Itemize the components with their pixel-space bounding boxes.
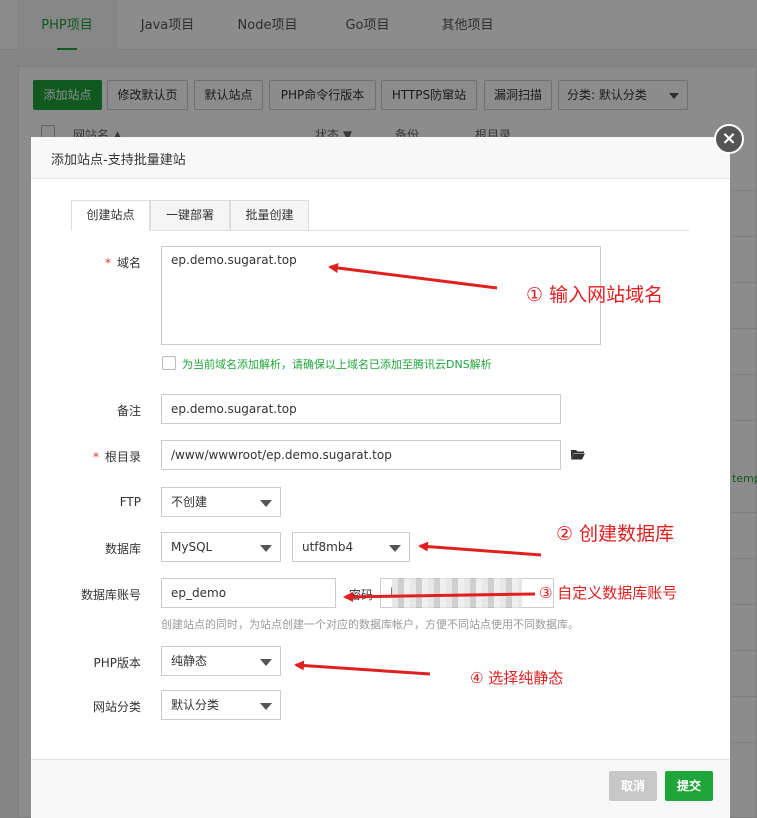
annotation-3: ③ 自定义数据库账号 <box>539 584 678 602</box>
arrow-to-domain <box>328 263 498 290</box>
arrow-to-db-account <box>343 591 536 602</box>
annotation-2: ② 创建数据库 <box>556 523 675 545</box>
annotation-arrows <box>294 263 542 676</box>
arrow-to-database <box>418 541 542 557</box>
annotation-1: ① 输入网站域名 <box>526 284 664 306</box>
annotation-4: ④ 选择纯静态 <box>470 669 564 687</box>
arrow-to-php-version <box>294 660 431 676</box>
